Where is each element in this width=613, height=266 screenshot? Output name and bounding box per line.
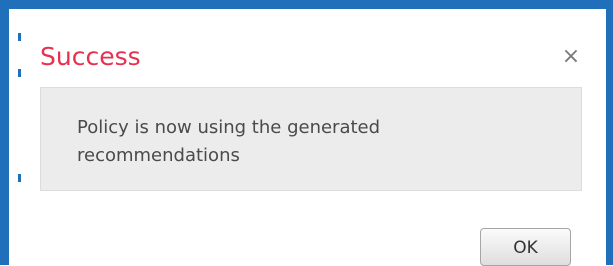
ok-button[interactable]: OK <box>480 228 571 266</box>
frame-edge-mark <box>18 33 21 41</box>
dialog-message: Policy is now using the generated recomm… <box>77 117 381 166</box>
frame-edge-mark <box>18 174 21 182</box>
close-icon[interactable]: × <box>560 46 582 68</box>
success-dialog: Success × Policy is now using the genera… <box>24 20 593 266</box>
frame-edge-mark <box>18 69 21 77</box>
message-panel: Policy is now using the generated recomm… <box>40 87 582 191</box>
dialog-title: Success <box>40 42 141 71</box>
